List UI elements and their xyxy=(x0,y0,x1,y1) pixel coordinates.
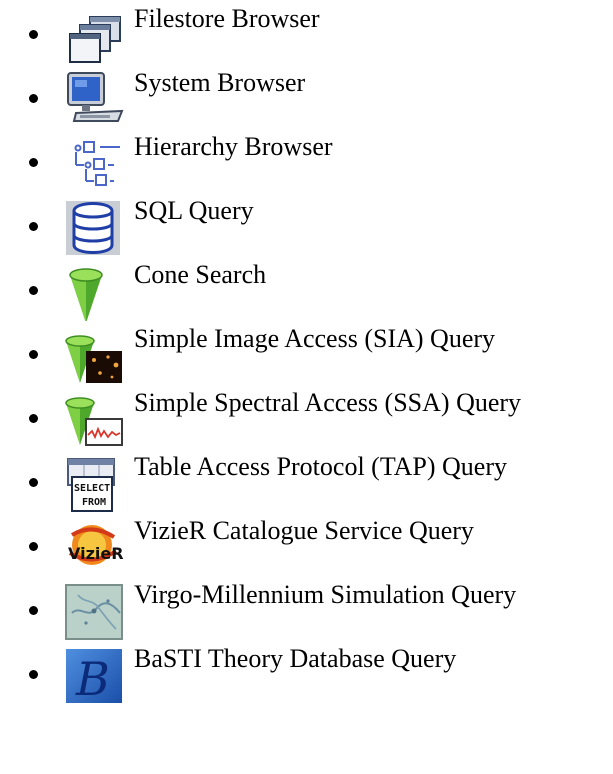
tree-hierarchy-icon xyxy=(64,135,126,193)
svg-text:VizieR: VizieR xyxy=(68,544,124,563)
svg-text:SELECT: SELECT xyxy=(74,483,110,494)
list-item-cone-search[interactable]: Cone Search xyxy=(0,256,613,321)
item-label: System Browser xyxy=(134,68,306,97)
item-label: VizieR Catalogue Service Query xyxy=(134,516,474,545)
svg-text:FROM: FROM xyxy=(82,497,106,508)
list-item-vizier-query[interactable]: VizieR VizieR Catalogue Service Query xyxy=(0,512,613,572)
bullet xyxy=(29,478,38,487)
item-label: Hierarchy Browser xyxy=(134,132,333,161)
item-label: BaSTI Theory Database Query xyxy=(134,644,457,673)
item-label: Simple Image Access (SIA) Query xyxy=(134,324,496,353)
list-item-sql-query[interactable]: SQL Query xyxy=(0,192,613,255)
item-label: Simple Spectral Access (SSA) Query xyxy=(134,388,522,417)
computer-monitor-icon xyxy=(64,71,126,129)
bullet xyxy=(29,30,38,39)
database-icon xyxy=(64,199,126,257)
bullet xyxy=(29,606,38,615)
list-item-basti-query[interactable]: B BaSTI Theory Database Query xyxy=(0,640,613,705)
list-item-ssa-query[interactable]: Simple Spectral Access (SSA) Query xyxy=(0,384,613,446)
bullet xyxy=(29,350,38,359)
item-label: SQL Query xyxy=(134,196,254,225)
bullet xyxy=(29,94,38,103)
list-item-tap-query[interactable]: SELECT FROM Table Access Protocol (TAP) … xyxy=(0,448,613,512)
basti-logo-icon: B xyxy=(64,647,126,705)
bullet xyxy=(29,670,38,679)
millennium-simulation-icon xyxy=(64,583,126,641)
cone-icon xyxy=(64,263,126,321)
filestore-folder-icon xyxy=(64,7,126,65)
bullet xyxy=(29,286,38,295)
bullet xyxy=(29,158,38,167)
cone-spectrum-icon xyxy=(64,391,126,449)
item-label: Table Access Protocol (TAP) Query xyxy=(134,452,508,481)
item-label: Cone Search xyxy=(134,260,267,289)
bullet xyxy=(29,542,38,551)
bullet xyxy=(29,222,38,231)
item-label: Filestore Browser xyxy=(134,4,320,33)
list-item-hierarchy-browser[interactable]: Hierarchy Browser xyxy=(0,128,613,188)
item-label: Virgo-Millennium Simulation Query xyxy=(134,580,517,609)
select-from-table-icon: SELECT FROM xyxy=(64,455,126,513)
list-item-millennium-query[interactable]: Virgo-Millennium Simulation Query xyxy=(0,576,613,640)
bullet xyxy=(29,414,38,423)
cone-image-icon xyxy=(64,327,126,385)
svg-text:B: B xyxy=(75,652,110,705)
list-item-sia-query[interactable]: Simple Image Access (SIA) Query xyxy=(0,320,613,383)
list-item-filestore-browser[interactable]: Filestore Browser xyxy=(0,0,613,63)
list-item-system-browser[interactable]: System Browser xyxy=(0,64,613,124)
vizier-logo-icon: VizieR xyxy=(64,519,126,577)
